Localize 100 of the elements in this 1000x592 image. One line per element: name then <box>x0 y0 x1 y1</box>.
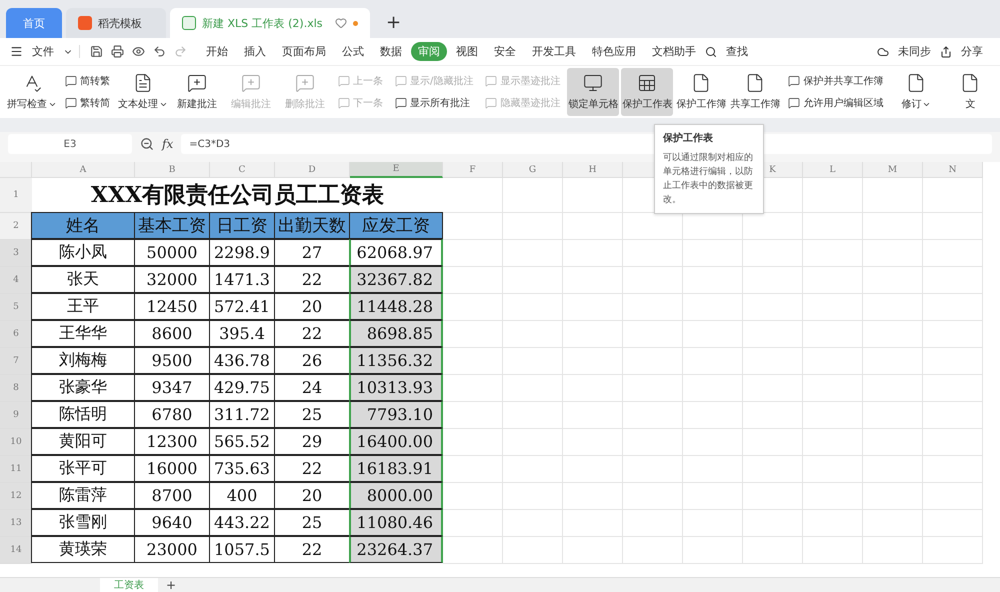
menu-tab[interactable]: 开始 <box>199 42 235 61</box>
share-icon[interactable] <box>940 46 952 58</box>
row-header[interactable]: 3 <box>0 240 32 267</box>
column-header[interactable]: A <box>32 162 135 178</box>
column-header[interactable]: M <box>863 162 923 178</box>
table-cell: 12450 <box>134 293 210 320</box>
sync-button[interactable]: 未同步 <box>891 42 938 61</box>
window-tab[interactable]: 稻壳模板 <box>66 8 166 38</box>
column-header[interactable]: N <box>923 162 983 178</box>
ribbon-button[interactable]: 共享工作簿 <box>729 68 782 116</box>
menu-tab[interactable]: 插入 <box>237 42 273 61</box>
ribbon-button[interactable]: 允许用户编辑区域 <box>788 96 884 110</box>
column-header[interactable]: F <box>443 162 503 178</box>
row-header[interactable]: 14 <box>0 537 32 564</box>
menu-tab[interactable]: 文档助手 <box>645 42 703 61</box>
empty-cell <box>923 456 983 483</box>
column-header[interactable]: D <box>275 162 350 178</box>
table-cell: 20 <box>274 482 350 509</box>
ribbon-button[interactable]: 简转繁 <box>65 74 110 88</box>
table-cell: 22 <box>274 320 350 347</box>
ribbon-button[interactable]: 保护并共享工作簿 <box>788 74 884 88</box>
ribbon-button[interactable]: 繁转简 <box>65 96 110 110</box>
empty-cell <box>803 537 863 564</box>
row-header[interactable]: 13 <box>0 510 32 537</box>
menu-tab[interactable]: 审阅 <box>411 42 447 61</box>
empty-cell <box>683 429 743 456</box>
menu-tab[interactable]: 特色应用 <box>585 42 643 61</box>
ribbon-button[interactable]: 保护工作簿 <box>675 68 728 116</box>
comment-icon <box>187 73 207 93</box>
row-header[interactable]: 4 <box>0 267 32 294</box>
table-cell: 9640 <box>134 509 210 536</box>
function-button[interactable]: fx <box>162 137 174 151</box>
cloud-icon[interactable] <box>877 46 889 58</box>
share-button[interactable]: 分享 <box>954 42 990 61</box>
empty-cell <box>623 510 683 537</box>
ribbon-button[interactable]: 新建批注 <box>171 68 223 116</box>
undo-icon[interactable] <box>153 45 166 58</box>
row-header[interactable]: 10 <box>0 429 32 456</box>
row-header[interactable]: 5 <box>0 294 32 321</box>
row-header[interactable]: 12 <box>0 483 32 510</box>
ribbon-button[interactable]: 文 <box>944 68 996 116</box>
menu-tab[interactable]: 公式 <box>335 42 371 61</box>
empty-cell <box>503 402 563 429</box>
column-header[interactable]: B <box>135 162 210 178</box>
name-box[interactable]: E3 <box>8 134 132 154</box>
ribbon-button[interactable]: 保护工作表 <box>621 68 674 116</box>
menu-tab[interactable]: 数据 <box>373 42 409 61</box>
menu-tab[interactable]: 开发工具 <box>525 42 583 61</box>
row-header[interactable]: 2 <box>0 213 32 240</box>
row-header[interactable]: 11 <box>0 456 32 483</box>
table-cell: 12300 <box>134 428 210 455</box>
column-header[interactable]: E <box>350 162 443 178</box>
heart-icon[interactable] <box>335 17 347 29</box>
table-cell: 王平 <box>31 293 135 320</box>
sheet-tab[interactable]: 工资表 <box>100 578 158 592</box>
row-header[interactable]: 1 <box>0 178 32 213</box>
menu-tab[interactable]: 安全 <box>487 42 523 61</box>
row-header[interactable]: 8 <box>0 375 32 402</box>
table-cell: 陈恬明 <box>31 401 135 428</box>
printer-icon[interactable] <box>111 45 124 58</box>
unsaved-dot-icon <box>353 20 358 26</box>
empty-cell <box>503 375 563 402</box>
column-header[interactable]: C <box>210 162 275 178</box>
column-header[interactable]: H <box>563 162 623 178</box>
ribbon-button[interactable]: 锁定单元格 <box>567 68 620 116</box>
zoom-out-icon[interactable] <box>140 137 154 151</box>
row-header[interactable]: 9 <box>0 402 32 429</box>
table-cell: 8700 <box>134 482 210 509</box>
ribbon-button[interactable]: 拼写检查 <box>6 68 58 116</box>
column-header[interactable]: L <box>803 162 863 178</box>
row-header[interactable]: 7 <box>0 348 32 375</box>
empty-cell <box>923 213 983 240</box>
empty-cell <box>863 321 923 348</box>
file-menu[interactable]: 文件 <box>25 42 61 61</box>
ribbon-button[interactable]: 文本处理 <box>117 68 169 116</box>
save-icon[interactable] <box>90 45 103 58</box>
menu-icon[interactable] <box>10 45 23 58</box>
column-header[interactable]: G <box>503 162 563 178</box>
empty-cell <box>683 537 743 564</box>
table-cell: 1057.5 <box>209 536 275 563</box>
empty-cell <box>803 348 863 375</box>
menu-tab[interactable]: 页面布局 <box>275 42 333 61</box>
window-tab[interactable]: 首页 <box>6 8 62 38</box>
menu-tab[interactable]: 视图 <box>449 42 485 61</box>
window-tab[interactable]: 新建 XLS 工作表 (2).xls <box>170 8 370 38</box>
new-tab-button[interactable]: + <box>374 12 414 38</box>
table-cell: 443.22 <box>209 509 275 536</box>
search-icon[interactable] <box>705 46 717 58</box>
comment-icon <box>338 97 350 109</box>
table-cell: 395.4 <box>209 320 275 347</box>
ribbon-button[interactable]: 修订 <box>890 68 942 116</box>
preview-icon[interactable] <box>132 45 145 58</box>
ribbon-button[interactable]: 显示所有批注 <box>395 96 474 110</box>
search-button[interactable]: 查找 <box>719 42 755 61</box>
table-cell: 8000.00 <box>349 482 443 509</box>
row-header[interactable]: 6 <box>0 321 32 348</box>
empty-cell <box>623 483 683 510</box>
table-cell: 436.78 <box>209 347 275 374</box>
add-sheet-button[interactable]: + <box>166 578 176 592</box>
empty-cell <box>683 321 743 348</box>
